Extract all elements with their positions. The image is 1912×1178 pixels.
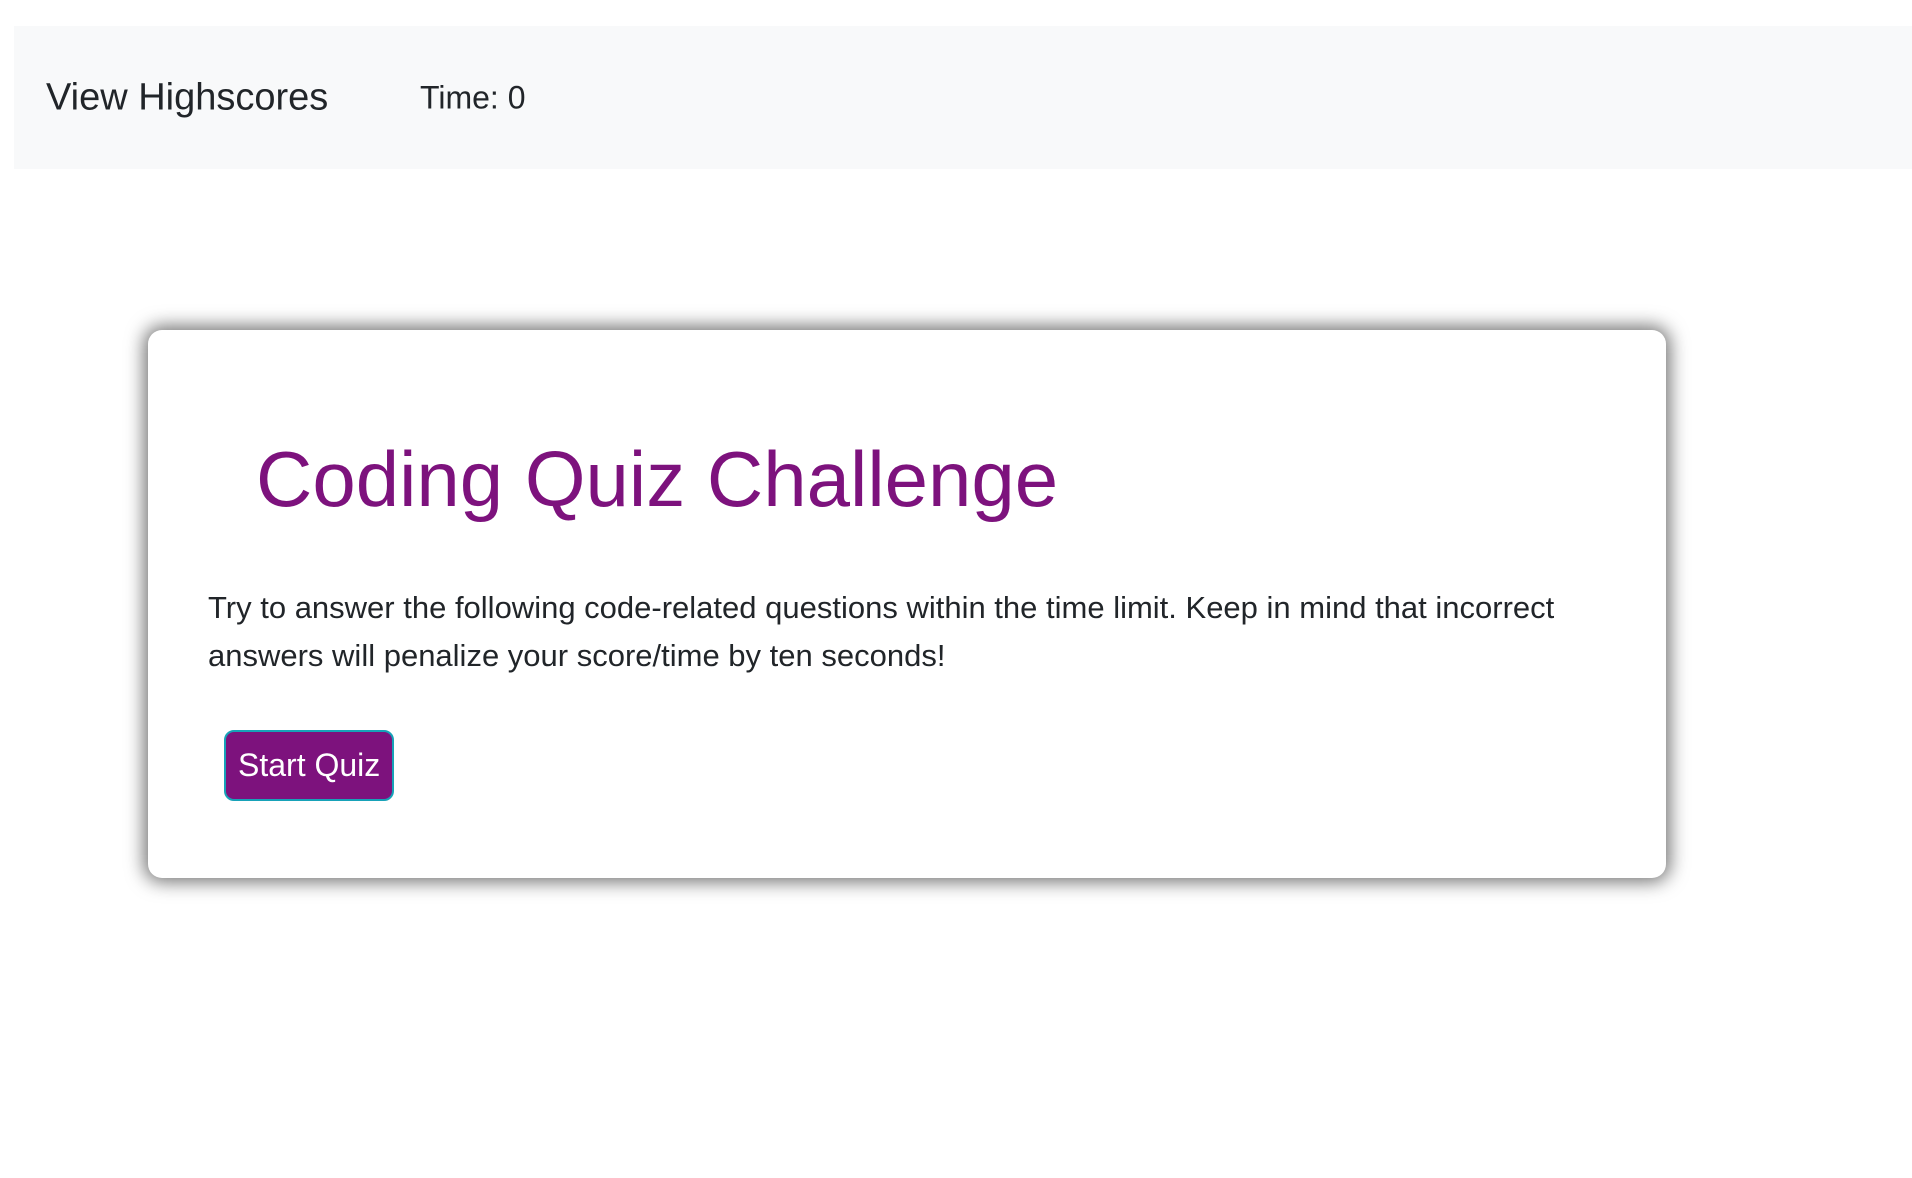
view-highscores-link[interactable]: View Highscores [46,76,328,119]
quiz-instructions: Try to answer the following code-related… [208,590,1555,673]
top-navbar: View Highscores Time: 0 [14,26,1912,169]
quiz-intro-card: Coding Quiz Challenge Try to answer the … [148,330,1666,878]
page-title: Coding Quiz Challenge [256,435,1059,523]
start-quiz-button[interactable]: Start Quiz [224,730,395,801]
timer-display: Time: 0 [420,79,526,115]
